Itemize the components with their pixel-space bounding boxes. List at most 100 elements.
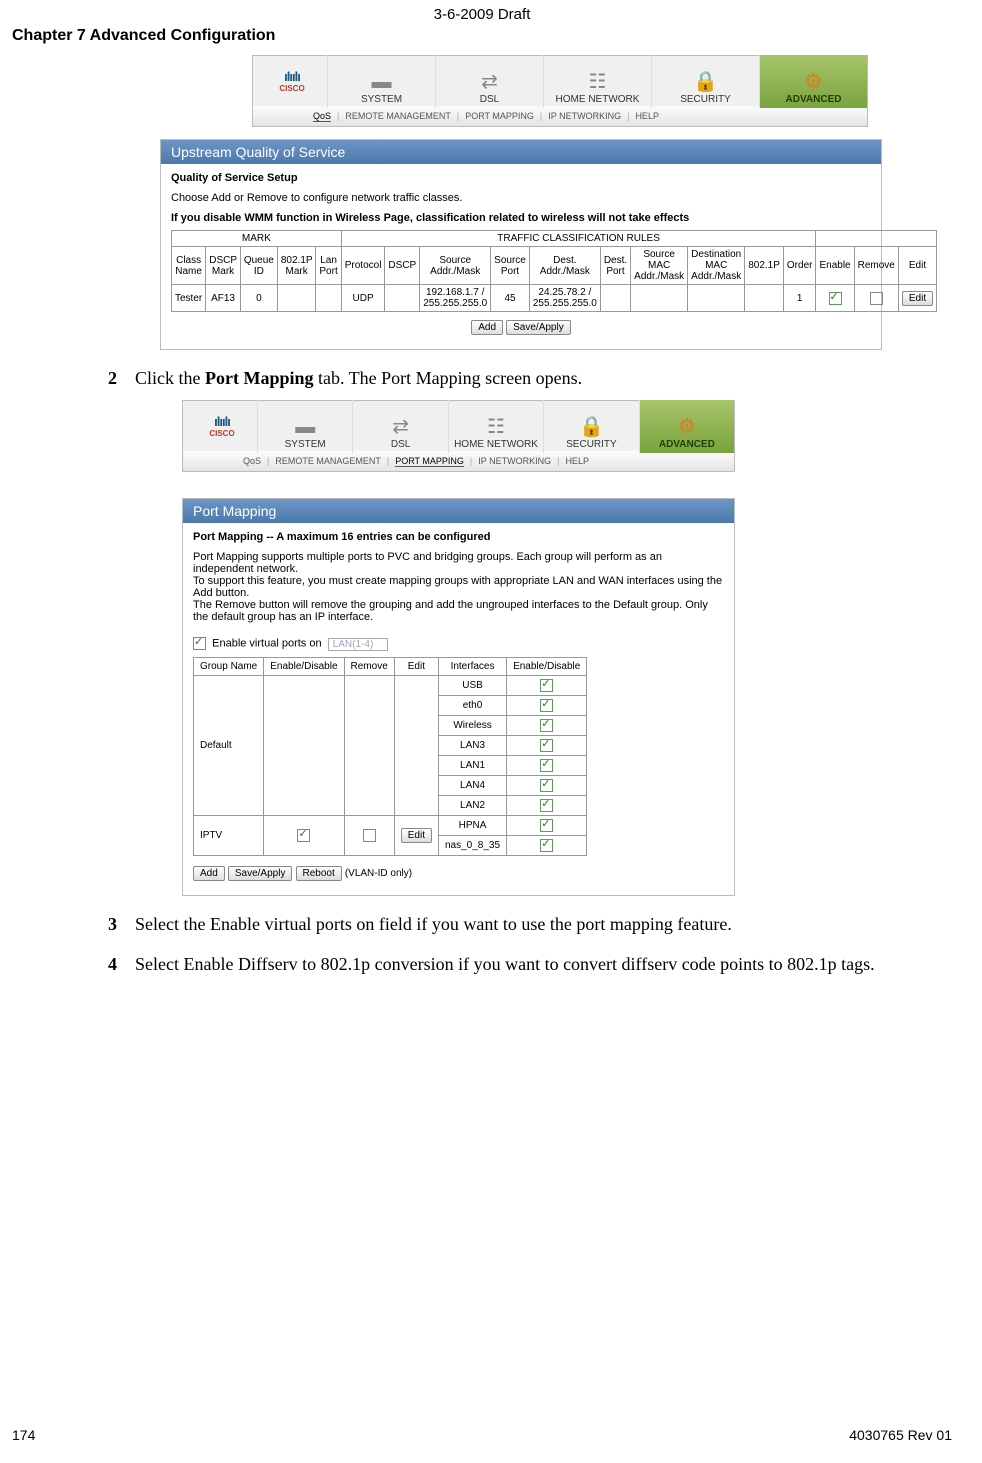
reboot-button[interactable]: Reboot <box>296 866 342 881</box>
cell-if-nas: nas_0_8_35 <box>439 835 507 855</box>
cell-8021p <box>745 285 784 312</box>
tab-system[interactable]: ▬ SYSTEM <box>257 400 352 453</box>
tab-security-label: SECURITY <box>652 94 759 105</box>
checkbox-icon[interactable] <box>540 779 553 792</box>
col-srcaddr: Source Addr./Mask <box>420 247 491 285</box>
subnav-qos-item[interactable]: QoS <box>243 456 261 466</box>
cell-queueid: 0 <box>240 285 277 312</box>
qos-group-rules: TRAFFIC CLASSIFICATION RULES <box>341 231 816 247</box>
cell-edit: Edit <box>898 285 936 312</box>
step-4: 4 Select Enable Diffserv to 802.1p conver… <box>108 952 912 976</box>
cell-if-lan3: LAN3 <box>439 735 507 755</box>
lock-icon: 🔒 <box>652 72 759 92</box>
qos-intro: Choose Add or Remove to configure networ… <box>171 192 871 204</box>
subnav-ipnet-item[interactable]: IP NETWORKING <box>548 111 621 121</box>
col-remove: Remove <box>854 247 898 285</box>
cell-srcmac <box>631 285 688 312</box>
tab-advanced[interactable]: ⚙ ADVANCED <box>759 55 867 108</box>
col-protocol: Protocol <box>341 247 385 285</box>
tab-dsl[interactable]: ⇄ DSL <box>435 55 543 108</box>
tab-security[interactable]: 🔒SECURITY <box>543 400 638 453</box>
step-4-text: Select Enable Diffserv to 802.1p convers… <box>135 954 875 974</box>
tab-home-label: HOME NETWORK <box>449 439 543 450</box>
tab-dsl-label: DSL <box>436 94 543 105</box>
top-nav-qos: ılıılı CISCO ▬ SYSTEM ⇄ DSL ☷ HOME NETWO… <box>252 55 868 127</box>
subnav-portmapping-item[interactable]: PORT MAPPING <box>395 456 464 467</box>
tab-advanced[interactable]: ⚙ADVANCED <box>639 400 734 453</box>
tab-home-network[interactable]: ☷HOME NETWORK <box>448 400 543 453</box>
cell-if-eth0: eth0 <box>439 695 507 715</box>
tab-advanced-label: ADVANCED <box>640 439 734 450</box>
cisco-text: CISCO <box>187 429 257 438</box>
subnav-pm: QoS| REMOTE MANAGEMENT| PORT MAPPING| IP… <box>183 451 734 471</box>
save-apply-button[interactable]: Save/Apply <box>506 320 571 335</box>
tab-system-label: SYSTEM <box>258 439 352 450</box>
checkbox-icon[interactable] <box>540 839 553 852</box>
add-button[interactable]: Add <box>471 320 503 335</box>
checkbox-icon[interactable] <box>540 719 553 732</box>
cell-if-usb: USB <box>439 675 507 695</box>
subnav-remote-item[interactable]: REMOTE MANAGEMENT <box>275 456 381 466</box>
page-number: 174 <box>12 1427 35 1443</box>
enable-virtual-ports-checkbox[interactable] <box>193 637 206 650</box>
tab-home-network[interactable]: ☷ HOME NETWORK <box>543 55 651 108</box>
chapter-title: Chapter 7 Advanced Configuration <box>12 27 952 45</box>
checkbox-icon[interactable] <box>540 819 553 832</box>
subnav-ipnet-item[interactable]: IP NETWORKING <box>478 456 551 466</box>
checkbox-icon[interactable] <box>540 679 553 692</box>
checkbox-icon[interactable] <box>363 829 376 842</box>
save-apply-button[interactable]: Save/Apply <box>228 866 293 881</box>
step-4-number: 4 <box>108 954 117 974</box>
checkbox-icon[interactable] <box>540 739 553 752</box>
col-remove: Remove <box>344 657 394 675</box>
cell-if-hpna: HPNA <box>439 815 507 835</box>
checkbox-icon[interactable] <box>870 292 883 305</box>
col-dscp: DSCP <box>385 247 420 285</box>
col-8021p-mark: 802.1P Mark <box>277 247 316 285</box>
cell-srcaddr: 192.168.1.7 / 255.255.255.0 <box>420 285 491 312</box>
edit-button[interactable]: Edit <box>401 828 432 843</box>
col-dstaddr: Dest. Addr./Mask <box>529 247 600 285</box>
cell-if-lan1: LAN1 <box>439 755 507 775</box>
qos-setup-title: Quality of Service Setup <box>171 172 871 184</box>
cell-enable[interactable] <box>816 285 854 312</box>
cell-remove[interactable] <box>854 285 898 312</box>
col-enabledisable2: Enable/Disable <box>507 657 587 675</box>
subnav-qos-item[interactable]: QoS <box>313 111 331 122</box>
subnav-help-item[interactable]: HELP <box>565 456 589 466</box>
col-dstport: Dest. Port <box>600 247 630 285</box>
tab-dsl[interactable]: ⇄DSL <box>352 400 447 453</box>
col-enable: Enable <box>816 247 854 285</box>
col-srcport: Source Port <box>491 247 530 285</box>
tab-dsl-label: DSL <box>353 439 447 450</box>
router-icon: ▬ <box>258 417 352 437</box>
step-2-text-a: Click the <box>135 368 205 388</box>
step-3-text: Select the Enable virtual ports on field… <box>135 914 732 934</box>
checkbox-icon[interactable] <box>540 799 553 812</box>
qos-table: MARK TRAFFIC CLASSIFICATION RULES Class … <box>171 230 937 312</box>
checkbox-icon[interactable] <box>540 759 553 772</box>
checkbox-icon[interactable] <box>540 699 553 712</box>
tab-system[interactable]: ▬ SYSTEM <box>327 55 435 108</box>
checkbox-icon[interactable] <box>829 292 842 305</box>
add-button[interactable]: Add <box>193 866 225 881</box>
col-order: Order <box>783 247 816 285</box>
doc-id: 4030765 Rev 01 <box>849 1427 952 1443</box>
subnav-portmapping-item[interactable]: PORT MAPPING <box>465 111 534 121</box>
col-edit: Edit <box>898 247 936 285</box>
pm-panel-header: Port Mapping <box>183 499 734 523</box>
subnav-help-item[interactable]: HELP <box>635 111 659 121</box>
edit-button[interactable]: Edit <box>902 291 933 306</box>
tab-security[interactable]: 🔒 SECURITY <box>651 55 759 108</box>
enable-virtual-ports-label: Enable virtual ports on <box>212 638 321 650</box>
checkbox-icon[interactable] <box>297 829 310 842</box>
qos-panel-header: Upstream Quality of Service <box>161 140 881 164</box>
enable-virtual-ports-field[interactable]: LAN(1-4) <box>328 638 388 651</box>
cell-8021p-mark <box>277 285 316 312</box>
subnav-remote-item[interactable]: REMOTE MANAGEMENT <box>345 111 451 121</box>
qos-wmm-warning: If you disable WMM function in Wireless … <box>171 212 871 224</box>
pm-panel: Port Mapping Port Mapping -- A maximum 1… <box>182 498 735 895</box>
cell-order: 1 <box>783 285 816 312</box>
pm-desc-2: To support this feature, you must create… <box>193 575 724 599</box>
cell-if-lan2: LAN2 <box>439 795 507 815</box>
